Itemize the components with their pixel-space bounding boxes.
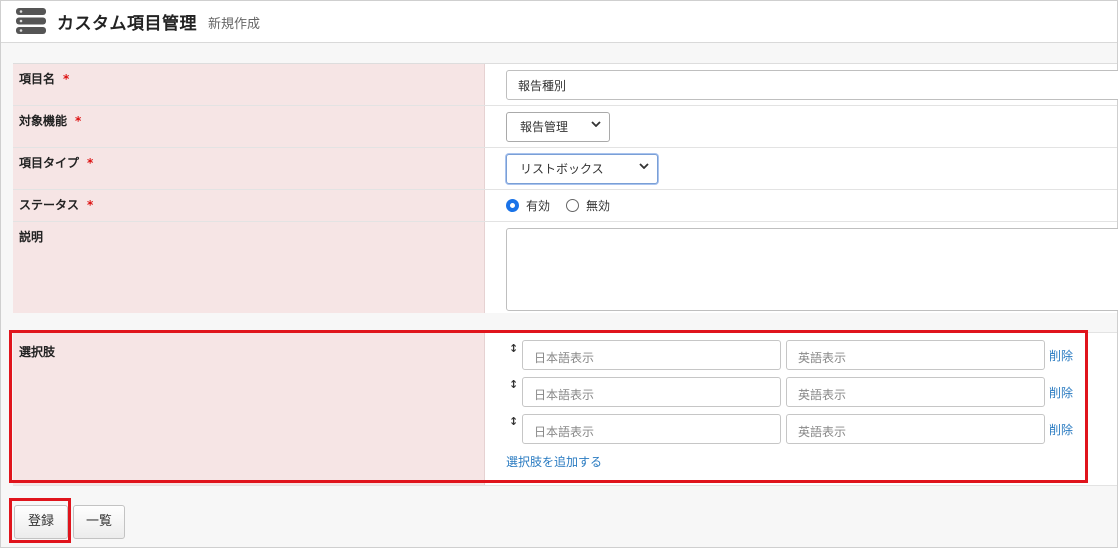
page-title: カスタム項目管理 xyxy=(57,14,197,34)
delete-choice-link[interactable]: 削除 xyxy=(1049,384,1073,401)
page-frame: カスタム項目管理 新規作成 項目名 * 対象機能 * 報告管理 xyxy=(0,0,1118,548)
register-button[interactable]: 登録 xyxy=(14,505,68,539)
status-active-label: 有効 xyxy=(526,199,551,213)
field-row-description: 説明 xyxy=(13,222,1118,317)
field-label-cell: 項目名 * xyxy=(13,64,485,105)
choice-ja-input[interactable]: 日本語表示 xyxy=(522,340,781,370)
drag-handle-icon[interactable]: ↕ xyxy=(509,342,518,355)
list-button[interactable]: 一覧 xyxy=(73,505,125,539)
database-icon xyxy=(16,8,46,34)
delete-choice-link[interactable]: 削除 xyxy=(1049,421,1073,438)
item-type-select[interactable]: リストボックス xyxy=(506,154,658,184)
status-inactive-radio[interactable] xyxy=(566,199,579,212)
field-label-cell: 対象機能 * xyxy=(13,106,485,147)
custom-field-form: 項目名* 対象機能* 報告管理 項目タイプ* リス xyxy=(13,63,1118,317)
drag-handle-icon[interactable]: ↕ xyxy=(509,415,518,428)
required-mark: * xyxy=(87,198,94,212)
field-label: 項目タイプ xyxy=(19,156,80,170)
field-row-item-name: 項目名 * xyxy=(13,64,1118,106)
field-label-cell: 選択肢 xyxy=(13,333,485,485)
add-choice-link[interactable]: 選択肢を追加する xyxy=(506,453,602,470)
section-gap xyxy=(13,313,1117,331)
choice-ja-input[interactable]: 日本語表示 xyxy=(522,414,781,444)
drag-handle-icon[interactable]: ↕ xyxy=(509,378,518,391)
field-row-status: ステータス * 有効 無効 xyxy=(13,190,1117,222)
field-row-item-type: 項目タイプ * リストボックス xyxy=(13,148,1117,190)
target-function-selected: 報告管理 xyxy=(520,120,569,134)
page-subtitle: 新規作成 xyxy=(208,17,261,32)
status-active-radio[interactable] xyxy=(506,199,519,212)
required-mark: * xyxy=(63,72,70,86)
description-textarea[interactable] xyxy=(506,228,1118,311)
field-label: ステータス xyxy=(19,198,80,212)
choices-label: 選択肢 xyxy=(19,345,56,359)
field-label-cell: 説明 xyxy=(13,222,485,316)
field-label-cell: 項目タイプ * xyxy=(13,148,485,189)
choices-section: 選択肢 ↕ 日本語表示 英語表示 削除 ↕ 日本語表示 英語表示 削除 ↕ 日本… xyxy=(13,332,1117,486)
field-label: 項目名 xyxy=(19,72,56,86)
field-row-target-function: 対象機能 * 報告管理 xyxy=(13,106,1117,148)
choice-en-input[interactable]: 英語表示 xyxy=(786,340,1045,370)
item-type-selected: リストボックス xyxy=(520,162,604,176)
target-function-select[interactable]: 報告管理 xyxy=(506,112,610,142)
field-label-cell: ステータス * xyxy=(13,190,485,221)
required-mark: * xyxy=(75,114,82,128)
chevron-down-icon xyxy=(639,163,649,169)
choice-en-input[interactable]: 英語表示 xyxy=(786,414,1045,444)
required-mark: * xyxy=(87,156,94,170)
item-name-input[interactable] xyxy=(506,70,1118,100)
field-label: 対象機能 xyxy=(19,114,68,128)
delete-choice-link[interactable]: 削除 xyxy=(1049,347,1073,364)
field-label: 説明 xyxy=(19,230,44,244)
choice-en-input[interactable]: 英語表示 xyxy=(786,377,1045,407)
choice-ja-input[interactable]: 日本語表示 xyxy=(522,377,781,407)
chevron-down-icon xyxy=(591,121,601,127)
status-inactive-label: 無効 xyxy=(586,199,611,213)
page-header: カスタム項目管理 新規作成 xyxy=(1,1,1117,43)
